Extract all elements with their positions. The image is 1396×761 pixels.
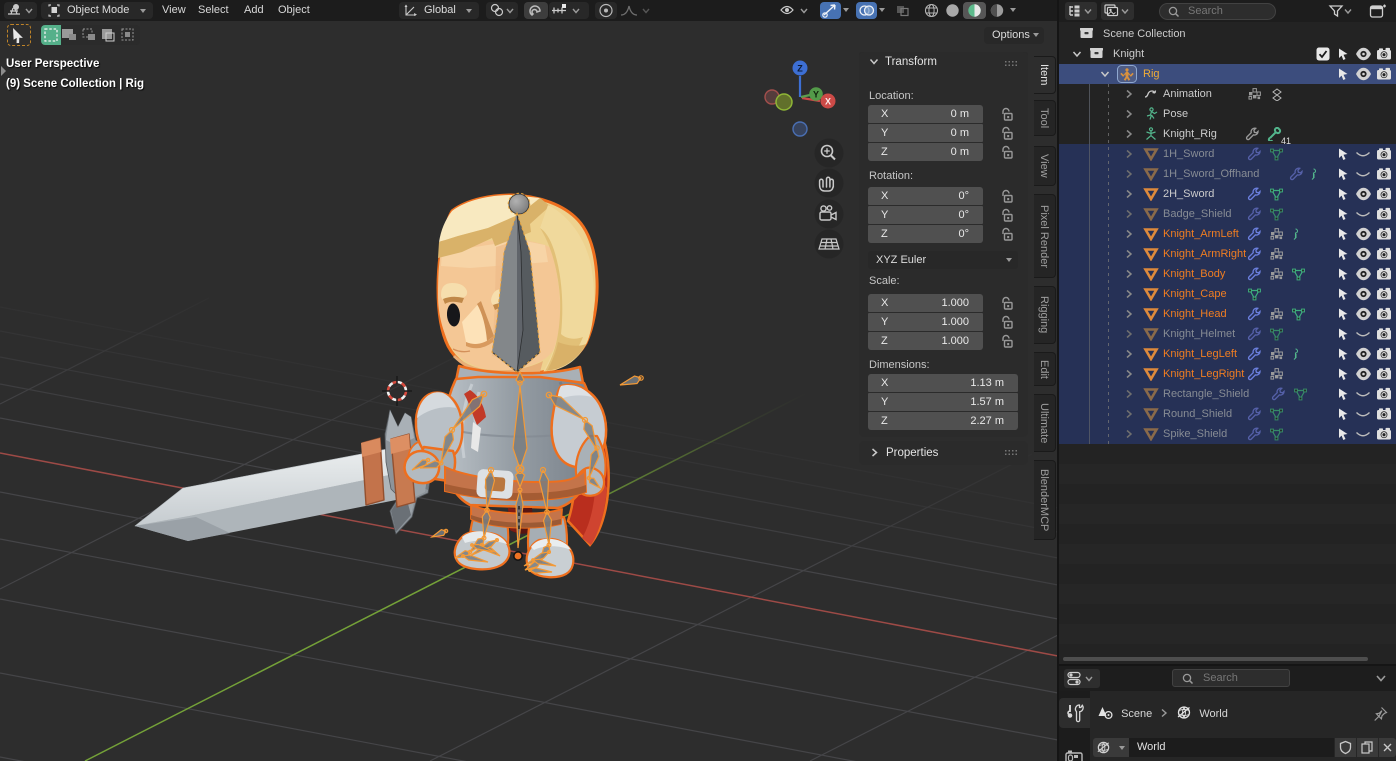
svg-text:Z: Z xyxy=(797,64,803,74)
svg-text:Y: Y xyxy=(813,90,819,100)
svg-text:X: X xyxy=(825,97,831,107)
